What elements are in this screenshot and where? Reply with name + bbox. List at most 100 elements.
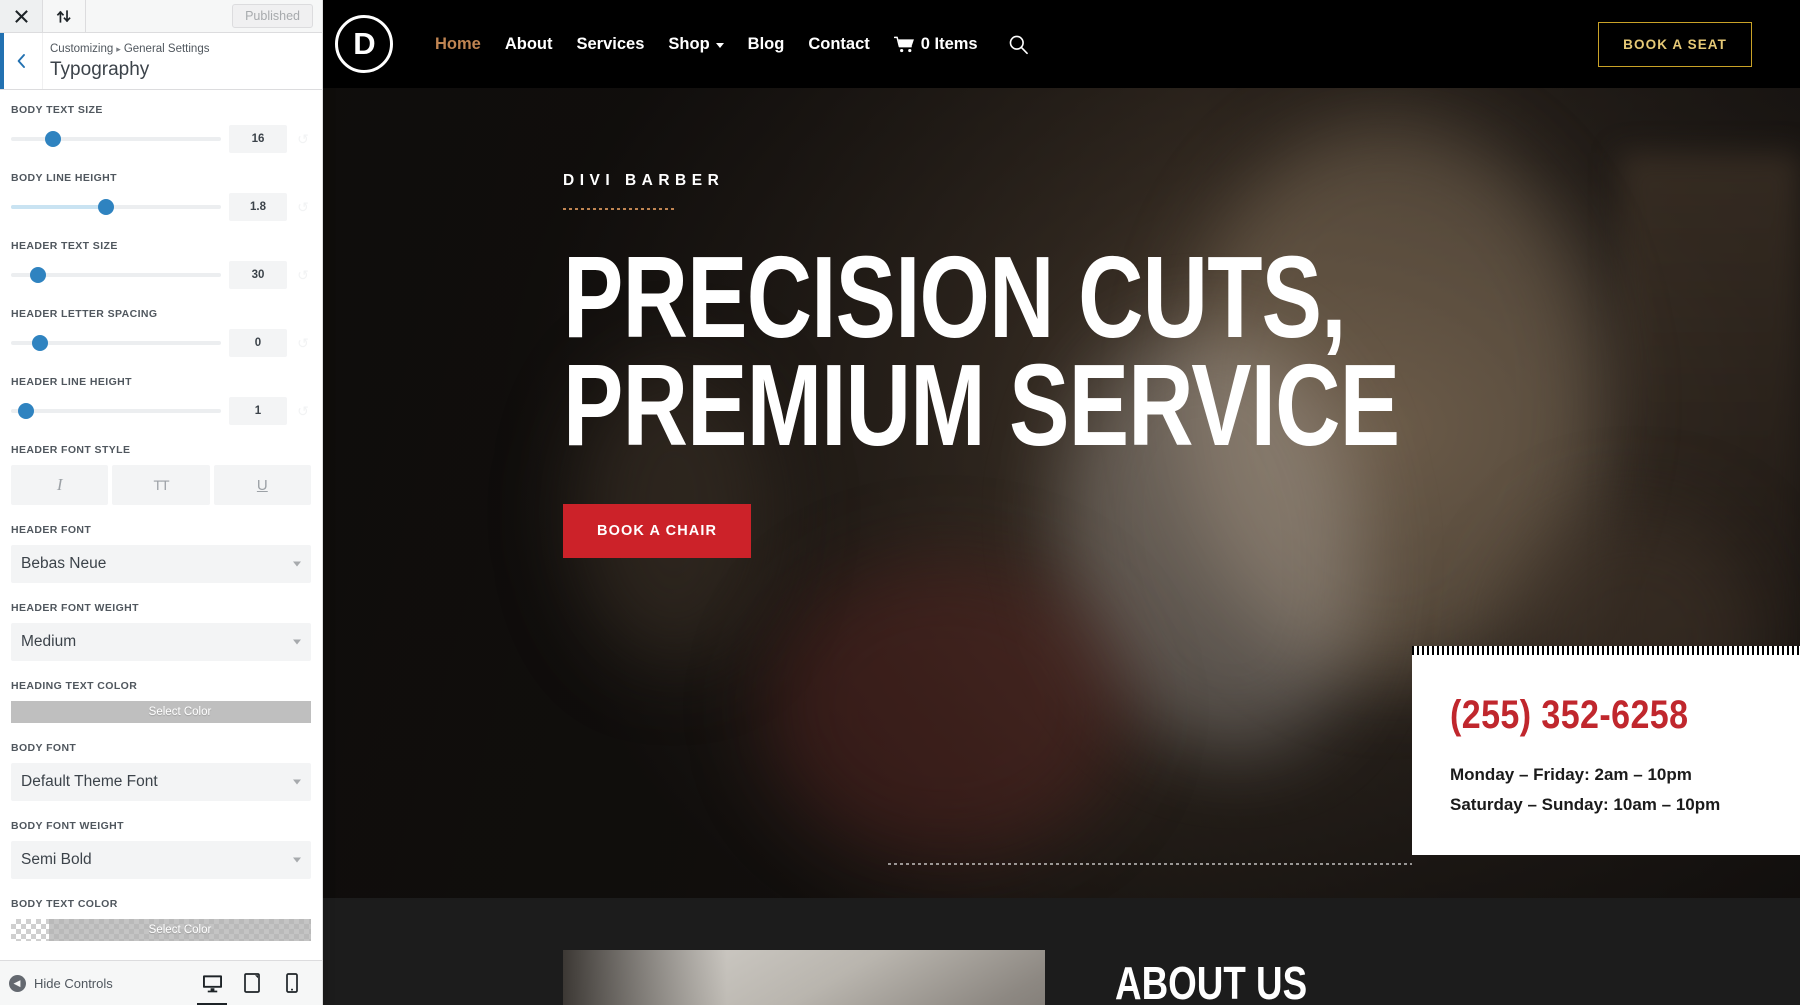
header-font-value: Bebas Neue (21, 555, 107, 572)
header-font-select[interactable]: Bebas Neue (11, 545, 311, 583)
breadcrumb-root: Customizing (50, 43, 114, 55)
site-logo[interactable]: D (335, 15, 393, 73)
chevron-down-icon (293, 639, 301, 645)
control-header-font-weight: HEADER FONT WEIGHT Medium (11, 602, 311, 661)
header-letter-spacing-slider[interactable] (11, 335, 221, 351)
site-header: D Home About Services Shop Blog Contact … (323, 0, 1800, 88)
uppercase-button[interactable]: TT (112, 465, 210, 505)
body-font-value: Default Theme Font (21, 773, 158, 790)
hero-eyebrow: DIVI BARBER (563, 172, 725, 189)
nav-item-home[interactable]: Home (435, 35, 481, 54)
book-a-chair-button[interactable]: BOOK A CHAIR (563, 503, 752, 558)
cart-count-label: 0 Items (920, 34, 978, 53)
close-customizer-button[interactable] (0, 0, 43, 32)
control-body-font: BODY FONT Default Theme Font (11, 742, 311, 801)
hero-bottom-divider (888, 863, 1412, 865)
nav-item-about[interactable]: About (505, 35, 553, 54)
hide-controls-button[interactable]: ◀ Hide Controls (9, 974, 113, 992)
site-preview-frame[interactable]: D Home About Services Shop Blog Contact … (323, 0, 1800, 1005)
chevron-down-icon (293, 779, 301, 785)
hero-headline: PRECISION CUTS, PREMIUM SERVICE (563, 239, 1528, 463)
slider-thumb[interactable] (97, 199, 114, 215)
reset-icon[interactable]: ↺ (295, 131, 311, 147)
customizer-screen: Published Customizing ▸ General Settings T… (0, 0, 1800, 1005)
device-tablet[interactable] (239, 968, 265, 999)
body-text-size-slider[interactable] (11, 131, 221, 147)
reset-icon[interactable]: ↺ (295, 267, 311, 283)
chevron-down-icon (293, 857, 301, 863)
hours-weekend: Saturday – Sunday: 10am – 10pm (1450, 794, 1721, 814)
slider-track (11, 409, 221, 413)
nav-label: Contact (808, 34, 870, 53)
slider-thumb[interactable] (17, 403, 34, 419)
header-line-height-slider[interactable] (11, 403, 221, 419)
save-draft-button[interactable] (43, 0, 86, 32)
nav-item-blog[interactable]: Blog (748, 35, 785, 54)
nav-item-shop[interactable]: Shop (668, 35, 724, 54)
control-label: HEADER FONT WEIGHT (11, 602, 139, 614)
device-desktop[interactable] (197, 968, 227, 1005)
header-text-size-slider[interactable] (11, 267, 221, 283)
control-label: HEADING TEXT COLOR (11, 680, 138, 692)
collapse-left-icon: ◀ (9, 974, 26, 992)
color-swatch[interactable] (11, 919, 49, 941)
customizer-topbar: Published (0, 0, 322, 33)
book-a-seat-button[interactable]: BOOK A SEAT (1598, 21, 1752, 67)
control-label: BODY FONT (11, 742, 77, 754)
nav-label: Home (435, 34, 481, 53)
control-header-font-style: HEADER FONT STYLE I TT U (11, 444, 311, 505)
device-mobile[interactable] (279, 968, 305, 999)
back-button[interactable] (0, 33, 43, 89)
body-font-select[interactable]: Default Theme Font (11, 763, 311, 801)
control-label: HEADER TEXT SIZE (11, 240, 118, 252)
underline-button[interactable]: U (213, 465, 311, 505)
underline-glyph: U (256, 476, 268, 494)
italic-button[interactable]: I (11, 465, 109, 505)
about-title: ABOUT US (1115, 957, 1308, 1005)
slider-thumb[interactable] (30, 267, 47, 283)
opening-hours: Monday – Friday: 2am – 10pm Saturday – S… (1450, 760, 1800, 819)
header-text-size-value[interactable]: 30 (229, 261, 287, 289)
header-line-height-value[interactable]: 1 (229, 397, 287, 425)
body-line-height-slider[interactable] (11, 199, 221, 215)
phone-number[interactable]: (255) 352-6258 (1450, 693, 1787, 738)
control-header-text-size: HEADER TEXT SIZE 30 ↺ (11, 240, 311, 289)
control-header-letter-spacing: HEADER LETTER SPACING 0 ↺ (11, 308, 311, 357)
body-text-size-value[interactable]: 16 (229, 125, 287, 153)
slider-thumb[interactable] (32, 335, 49, 351)
control-label: HEADER FONT STYLE (11, 444, 131, 456)
about-section: ABOUT US (323, 898, 1800, 1005)
publish-button[interactable]: Published (232, 4, 313, 28)
about-image (563, 950, 1045, 1005)
slider-thumb[interactable] (45, 131, 61, 147)
reset-icon[interactable]: ↺ (295, 335, 311, 351)
select-color-button[interactable]: Select Color (49, 701, 311, 723)
customizer-sidebar: Published Customizing ▸ General Settings T… (0, 0, 323, 1005)
nav-item-contact[interactable]: Contact (808, 35, 869, 54)
uppercase-glyph: TT (153, 477, 169, 493)
search-button[interactable] (1008, 34, 1029, 55)
hero-content: DIVI BARBER PRECISION CUTS, PREMIUM SERV… (323, 88, 1800, 558)
header-letter-spacing-value[interactable]: 0 (229, 329, 287, 357)
reset-icon[interactable]: ↺ (295, 199, 311, 215)
reset-icon[interactable]: ↺ (295, 403, 311, 419)
device-preview-switcher (197, 968, 313, 1005)
nav-label: About (504, 34, 553, 53)
control-body-line-height: BODY LINE HEIGHT 1.8 ↺ (11, 172, 311, 221)
body-text-color-picker[interactable]: Select Color (11, 919, 311, 941)
body-font-weight-select[interactable]: Semi Bold (11, 841, 311, 879)
nav-item-services[interactable]: Services (577, 35, 645, 54)
color-swatch[interactable] (11, 701, 49, 723)
hero-dotted-divider (563, 208, 675, 210)
body-line-height-value[interactable]: 1.8 (229, 193, 287, 221)
cart-link[interactable]: 0 Items (893, 34, 978, 54)
customizer-controls-list[interactable]: BODY TEXT SIZE 16 ↺ BODY LINE HEIGHT 1.8 ↺ HEA… (0, 90, 322, 960)
header-font-weight-select[interactable]: Medium (11, 623, 311, 661)
heading-text-color-picker[interactable]: Select Color (11, 701, 311, 723)
page-title: Typography (50, 58, 150, 80)
breadcrumb: Customizing ▸ General Settings (50, 42, 209, 57)
select-color-button[interactable]: Select Color (49, 919, 311, 941)
range-row: 1.8 ↺ (11, 193, 311, 221)
chevron-down-icon (293, 561, 301, 567)
